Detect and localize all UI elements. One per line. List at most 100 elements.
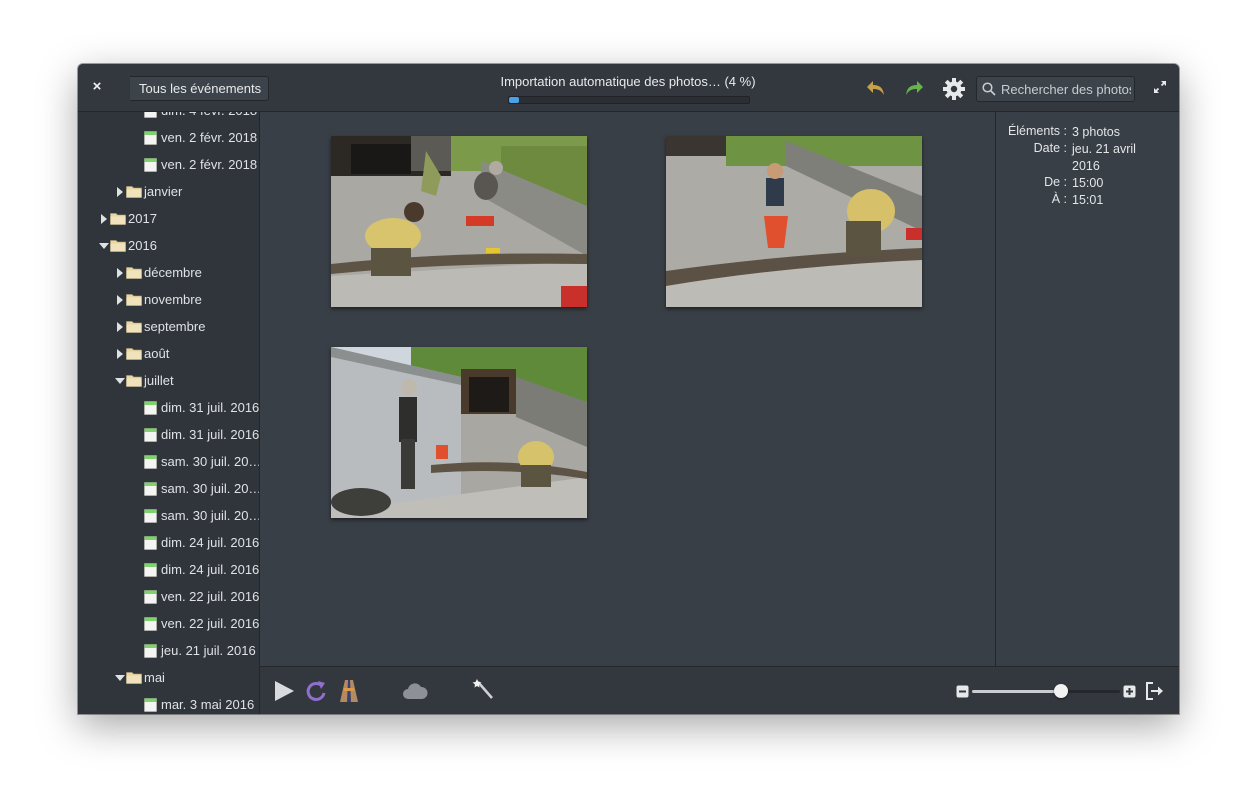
photo-thumbnail[interactable]: [666, 136, 922, 307]
zoom-slider-fill: [972, 690, 1061, 693]
photo-image: [331, 136, 587, 307]
sidebar-item-label: 2016: [128, 238, 157, 253]
import-progress-fill: [509, 97, 519, 103]
sidebar-item-label: mar. 3 mai 2016: [161, 697, 255, 712]
photo-image: [331, 347, 587, 518]
zoom-slider[interactable]: [972, 684, 1120, 698]
undo-button[interactable]: [865, 77, 889, 99]
close-button[interactable]: ×: [88, 78, 106, 96]
settings-button[interactable]: [942, 77, 966, 100]
photo-grid: [260, 112, 995, 666]
sidebar-item-label: dim. 4 févr. 2018: [161, 112, 257, 124]
event-icon: [144, 509, 157, 523]
publish-button[interactable]: [402, 681, 428, 706]
zoom-out-icon: [956, 685, 969, 698]
folder-icon: [126, 375, 142, 387]
enhance-icon: [472, 679, 493, 699]
info-to-value: 15:01: [1072, 193, 1104, 207]
folder-icon: [126, 672, 142, 684]
photo-thumbnail[interactable]: [331, 136, 587, 307]
sidebar-item-label: dim. 24 juil. 2016: [161, 535, 260, 550]
info-elements-label: Éléments :: [1007, 124, 1067, 138]
straighten-button[interactable]: [337, 678, 361, 709]
slideshow-button[interactable]: [272, 679, 296, 708]
event-icon: [144, 644, 157, 658]
event-icon: [144, 455, 157, 469]
info-from-label: De :: [1044, 175, 1067, 189]
sidebar-item-label: jeu. 21 juil. 2016: [161, 643, 256, 658]
folder-icon: [126, 186, 142, 198]
rotate-icon: [306, 681, 326, 701]
sidebar-item-label: juillet: [144, 373, 174, 388]
chevron-down-icon[interactable]: [99, 241, 109, 251]
chevron-right-icon[interactable]: [115, 187, 125, 197]
photo-thumbnail[interactable]: [331, 347, 587, 518]
back-button[interactable]: Tous les événements: [130, 76, 270, 101]
header-bar: × Tous les événements Importation automa…: [78, 64, 1179, 112]
folder-icon: [110, 213, 126, 225]
undo-icon: [867, 81, 884, 95]
zoom-in-button[interactable]: [1123, 685, 1136, 703]
event-icon: [144, 131, 157, 145]
rotate-button[interactable]: [304, 679, 328, 708]
search-input[interactable]: [1001, 77, 1131, 101]
sidebar-item-label: dim. 24 juil. 2016: [161, 562, 260, 577]
folder-icon: [126, 294, 142, 306]
event-icon: [144, 536, 157, 550]
event-icon: [144, 482, 157, 496]
sidebar-item-label: ven. 22 juil. 2016: [161, 616, 260, 631]
chevron-right-icon[interactable]: [115, 268, 125, 278]
info-panel: Éléments : 3 photos Date : jeu. 21 avril…: [995, 112, 1179, 666]
fullscreen-icon: [1154, 81, 1166, 93]
zoom-out-button[interactable]: [956, 685, 969, 703]
sidebar-item-label: janvier: [144, 184, 183, 199]
import-progress-bar: [508, 96, 750, 104]
enhance-button[interactable]: [472, 678, 496, 707]
folder-icon: [126, 267, 142, 279]
redo-button[interactable]: [903, 77, 927, 99]
sidebar-item-label: décembre: [144, 265, 202, 280]
sidebar-item-label: 2017: [128, 211, 157, 226]
photos-window: × Tous les événements Importation automa…: [78, 64, 1179, 714]
zoom-in-icon: [1123, 685, 1136, 698]
sidebar-item-label: sam. 30 juil. 20…: [161, 454, 260, 469]
sidebar-item-label: ven. 22 juil. 2016: [161, 589, 260, 604]
chevron-down-icon[interactable]: [115, 376, 125, 386]
exit-button[interactable]: [1145, 681, 1165, 706]
chevron-right-icon[interactable]: [99, 214, 109, 224]
exit-icon: [1146, 682, 1163, 700]
chevron-down-icon[interactable]: [115, 673, 125, 683]
gear-icon: [943, 78, 965, 100]
play-icon: [275, 681, 294, 701]
event-icon: [144, 698, 157, 712]
bottom-toolbar: [260, 666, 1179, 714]
sidebar-item-label: dim. 31 juil. 2016: [161, 427, 260, 442]
folder-icon: [126, 321, 142, 333]
folder-icon: [126, 348, 142, 360]
chevron-right-icon[interactable]: [115, 322, 125, 332]
info-elements-value: 3 photos: [1072, 125, 1120, 139]
folder-icon: [110, 240, 126, 252]
chevron-right-icon[interactable]: [115, 295, 125, 305]
redo-icon: [906, 81, 923, 95]
sidebar-item-label: sam. 30 juil. 20…: [161, 508, 260, 523]
info-from-value: 15:00: [1072, 176, 1104, 190]
import-status: Importation automatique des photos… (4 %…: [500, 74, 756, 89]
info-date-label: Date :: [1033, 141, 1067, 155]
event-icon: [144, 617, 157, 631]
event-icon: [144, 401, 157, 415]
sidebar-item-label: septembre: [144, 319, 206, 334]
photo-image: [666, 136, 922, 307]
sidebar-item-label: août: [144, 346, 170, 361]
event-icon: [144, 590, 157, 604]
event-icon: [144, 112, 157, 118]
close-icon: ×: [92, 78, 102, 95]
fullscreen-button[interactable]: [1152, 79, 1168, 95]
sidebar-item-label: dim. 31 juil. 2016: [161, 400, 260, 415]
events-sidebar[interactable]: dim. 4 févr. 2018 ven. 2 févr. 2018 ven. 2…: [78, 112, 260, 714]
search-field[interactable]: [976, 76, 1135, 102]
chevron-right-icon[interactable]: [115, 349, 125, 359]
back-button-label: Tous les événements: [139, 81, 262, 96]
zoom-slider-knob[interactable]: [1053, 684, 1068, 698]
sidebar-item-label: sam. 30 juil. 20…: [161, 481, 260, 496]
